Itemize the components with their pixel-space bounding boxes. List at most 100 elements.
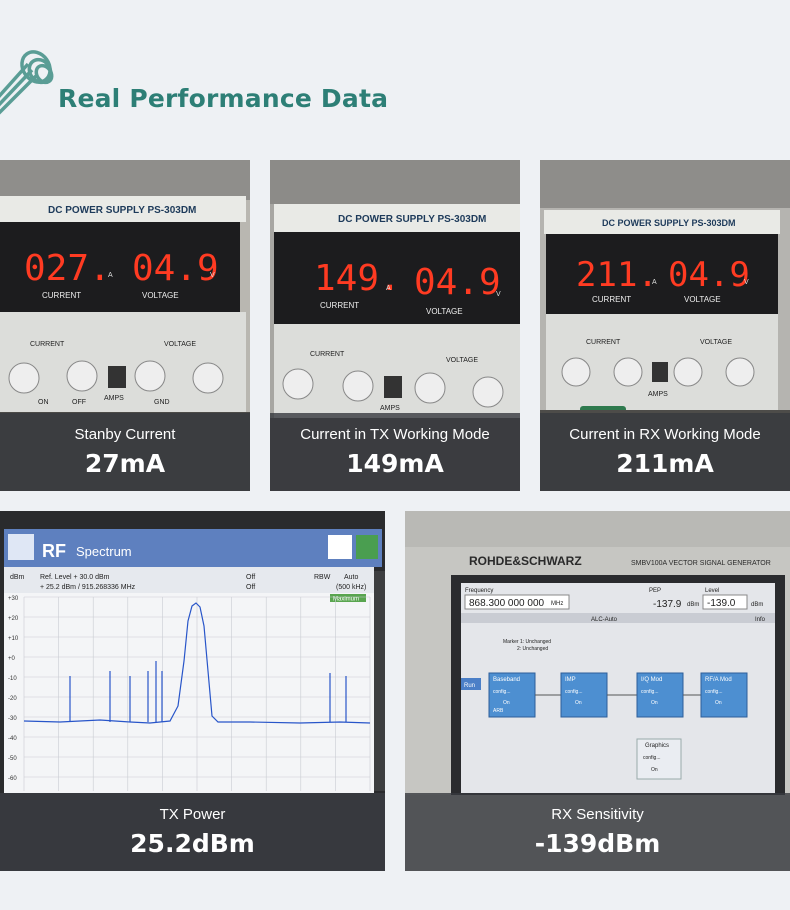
y-tick-label: -60 <box>8 776 17 782</box>
signal-block-config: config... <box>705 689 723 695</box>
svg-text:dBm: dBm <box>687 602 699 608</box>
svg-text:DC POWER SUPPLY PS-303DM: DC POWER SUPPLY PS-303DM <box>338 214 486 225</box>
signal-block-label: IMP <box>565 677 576 683</box>
arb-label: ARB <box>493 708 504 714</box>
y-tick-label: -20 <box>8 696 17 702</box>
svg-text:Off: Off <box>246 574 255 581</box>
coil-logo-icon <box>0 50 54 115</box>
signal-block-config: config... <box>565 689 583 695</box>
svg-text:VOLTAGE: VOLTAGE <box>684 295 721 304</box>
svg-text:211.: 211. <box>576 255 658 295</box>
svg-text:Level: Level <box>705 588 719 594</box>
svg-text:-137.9: -137.9 <box>653 599 682 610</box>
svg-text:Auto: Auto <box>344 574 359 581</box>
svg-text:MHz: MHz <box>551 601 563 607</box>
svg-text:GND: GND <box>154 399 170 406</box>
card-value: 211mA <box>616 449 714 478</box>
svg-text:RF: RF <box>42 541 66 561</box>
svg-text:AMPS: AMPS <box>648 391 668 398</box>
signal-block-label: RF/A Mod <box>705 677 732 683</box>
card-value: 25.2dBm <box>130 829 255 858</box>
caption-overlay: RX Sensitivity -139dBm <box>405 793 790 871</box>
svg-text:Graphics: Graphics <box>645 743 669 749</box>
svg-text:Run: Run <box>464 683 475 689</box>
y-tick-label: +30 <box>8 596 19 602</box>
svg-text:AMPS: AMPS <box>380 405 400 412</box>
svg-text:SMBV100A VECTOR SIGNAL GENERA: SMBV100A VECTOR SIGNAL GENERATOR <box>631 560 771 567</box>
card-caption: Current in RX Working Mode <box>569 426 761 443</box>
svg-text:Ref. Level + 30.0 dBm: Ref. Level + 30.0 dBm <box>40 574 110 581</box>
svg-text:config...: config... <box>643 755 661 761</box>
signal-block-label: Baseband <box>493 677 520 683</box>
signal-block-on: On <box>503 700 510 706</box>
svg-text:Marker 1: Unchanged: Marker 1: Unchanged <box>503 639 551 645</box>
svg-text:VOLTAGE: VOLTAGE <box>426 307 463 316</box>
svg-text:CURRENT: CURRENT <box>592 295 631 304</box>
svg-text:ALC-Auto: ALC-Auto <box>591 617 618 623</box>
card-caption: TX Power <box>159 806 226 823</box>
signal-block-on: On <box>575 700 582 706</box>
svg-text:Off: Off <box>246 584 255 591</box>
y-tick-label: -10 <box>8 676 17 682</box>
svg-text:ON: ON <box>38 399 49 406</box>
caption-overlay: Stanby Current 27mA <box>0 413 250 491</box>
card-caption: RX Sensitivity <box>551 806 644 823</box>
svg-text:A: A <box>386 285 391 292</box>
tx-current-card: DC POWER SUPPLY PS-303DM 149. 04.9 A V C… <box>270 160 520 491</box>
caption-overlay: Current in RX Working Mode 211mA <box>540 413 790 491</box>
signal-block-config: config... <box>493 689 511 695</box>
svg-text:04.9: 04.9 <box>414 262 501 303</box>
svg-text:DC POWER SUPPLY PS-303DM: DC POWER SUPPLY PS-303DM <box>48 205 196 216</box>
svg-text:CURRENT: CURRENT <box>320 301 359 310</box>
y-tick-label: +0 <box>8 656 16 662</box>
svg-text:VOLTAGE: VOLTAGE <box>700 339 732 346</box>
signal-block-on: On <box>651 700 658 706</box>
svg-text:A: A <box>652 279 657 286</box>
svg-text:VOLTAGE: VOLTAGE <box>164 341 196 348</box>
svg-text:AMPS: AMPS <box>104 395 124 402</box>
rx-current-card: DC POWER SUPPLY PS-303DM 211. 04.9 A V C… <box>540 160 790 491</box>
svg-text:A: A <box>108 272 113 279</box>
caption-overlay: TX Power 25.2dBm <box>0 793 385 871</box>
card-caption: Current in TX Working Mode <box>300 426 490 443</box>
signal-block-config: config... <box>641 689 659 695</box>
signal-block-label: I/Q Mod <box>641 677 662 683</box>
svg-text:DC POWER SUPPLY PS-303DM: DC POWER SUPPLY PS-303DM <box>602 218 736 228</box>
svg-text:Info: Info <box>755 617 766 623</box>
svg-text:868.300 000 000: 868.300 000 000 <box>469 598 545 609</box>
svg-text:CURRENT: CURRENT <box>310 351 345 358</box>
svg-text:OFF: OFF <box>72 399 86 406</box>
svg-text:V: V <box>496 291 501 298</box>
svg-text:04.9: 04.9 <box>132 248 219 289</box>
card-caption: Stanby Current <box>74 426 176 443</box>
svg-text:VOLTAGE: VOLTAGE <box>142 291 179 300</box>
svg-text:ROHDE&SCHWARZ: ROHDE&SCHWARZ <box>469 554 582 568</box>
y-tick-label: +20 <box>8 616 19 622</box>
svg-text:On: On <box>651 767 658 773</box>
y-tick-label: +10 <box>8 636 19 642</box>
tx-power-card: RF Spectrum dBm Ref. Level + 30.0 dBm + … <box>0 511 385 871</box>
svg-text:149.: 149. <box>314 258 401 299</box>
svg-text:RBW: RBW <box>314 574 331 581</box>
page-title: Real Performance Data <box>58 84 389 113</box>
signal-block-on: On <box>715 700 722 706</box>
svg-text:PEP: PEP <box>649 588 661 594</box>
svg-text:Maximum: Maximum <box>333 597 359 603</box>
svg-text:dBm: dBm <box>751 602 763 608</box>
y-tick-label: -30 <box>8 716 17 722</box>
rx-sensitivity-card: ROHDE&SCHWARZ SMBV100A VECTOR SIGNAL GEN… <box>405 511 790 871</box>
standby-current-card: DC POWER SUPPLY PS-303DM 027. 04.9 A V C… <box>0 160 250 491</box>
svg-text:(500 kHz): (500 kHz) <box>336 584 366 591</box>
svg-text:+ 25.2 dBm / 915.268336 MH: + 25.2 dBm / 915.268336 MHz <box>40 584 136 591</box>
svg-text:VOLTAGE: VOLTAGE <box>446 357 478 364</box>
svg-text:-139.0: -139.0 <box>707 598 736 609</box>
y-tick-label: -50 <box>8 756 17 762</box>
svg-text:V: V <box>744 279 749 286</box>
svg-text:04.9: 04.9 <box>668 255 750 295</box>
svg-text:Frequency: Frequency <box>465 588 493 594</box>
svg-text:CURRENT: CURRENT <box>30 341 65 348</box>
card-value: -139dBm <box>534 829 661 858</box>
svg-text:2: Unchanged: 2: Unchanged <box>517 646 548 652</box>
card-value: 27mA <box>84 449 166 478</box>
y-tick-label: -40 <box>8 736 17 742</box>
